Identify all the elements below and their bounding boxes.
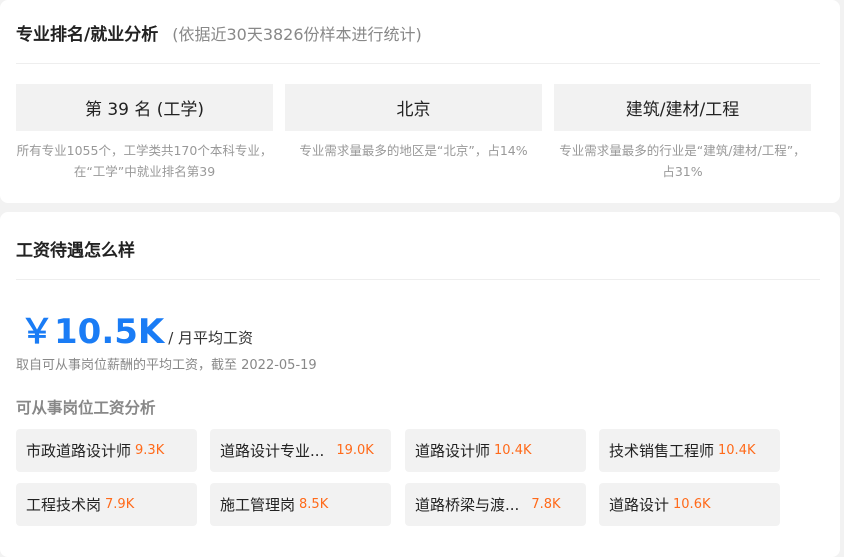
job-chip[interactable]: 技术销售工程师 10.4K (599, 429, 780, 472)
job-name: 道路桥梁与渡... (415, 496, 520, 514)
region-stat-box: 北京 (285, 84, 542, 131)
salary-note: 取自可从事岗位薪酬的平均工资，截至 2022-05-19 (16, 358, 317, 373)
region-stat-desc: 专业需求量最多的地区是“北京”，占14% (299, 143, 528, 158)
job-salary: 19.0K (336, 443, 374, 458)
job-salary: 10.4K (494, 443, 532, 458)
rank-stat-desc: 所有专业1055个，工学类共170个本科专业，在“工学”中就业排名第39 (16, 143, 273, 179)
job-chip[interactable]: 道路设计专业... 19.0K (210, 429, 391, 472)
salary-figure: ￥10.5K / 月平均工资 (20, 304, 253, 353)
job-chip[interactable]: 道路设计 10.6K (599, 483, 780, 526)
industry-stat-desc: 专业需求量最多的行业是“建筑/建材/工程”，占31% (559, 143, 806, 179)
job-salary: 10.6K (673, 497, 711, 512)
job-name: 工程技术岗 (26, 496, 102, 514)
ranking-card: 专业排名/就业分析 (依据近30天3826份样本进行统计) 第 39 名 (工学… (0, 0, 840, 203)
salary-unit: / 月平均工资 (168, 329, 254, 347)
job-salary: 8.5K (299, 497, 329, 512)
job-chip[interactable]: 工程技术岗 7.9K (16, 483, 197, 526)
job-name: 施工管理岗 (220, 496, 296, 514)
job-chip[interactable]: 市政道路设计师 9.3K (16, 429, 197, 472)
ranking-title: 专业排名/就业分析 (16, 25, 159, 45)
job-name: 道路设计 (609, 496, 670, 514)
job-salary: 7.8K (531, 497, 561, 512)
salary-divider (16, 279, 820, 280)
job-salary-section-title: 可从事岗位工资分析 (16, 399, 156, 417)
job-name: 道路设计师 (415, 442, 491, 460)
job-chip[interactable]: 道路设计师 10.4K (405, 429, 586, 472)
job-chip[interactable]: 道路桥梁与渡... 7.8K (405, 483, 586, 526)
salary-value: ￥10.5K (20, 312, 165, 352)
job-salary: 10.4K (718, 443, 756, 458)
ranking-header: 专业排名/就业分析 (依据近30天3826份样本进行统计) (16, 20, 422, 45)
job-salary: 9.3K (135, 443, 165, 458)
industry-stat-box: 建筑/建材/工程 (554, 84, 811, 131)
salary-title: 工资待遇怎么样 (16, 241, 135, 261)
job-name: 技术销售工程师 (609, 442, 715, 460)
rank-stat-box: 第 39 名 (工学) (16, 84, 273, 131)
salary-card: 工资待遇怎么样 ￥10.5K / 月平均工资 取自可从事岗位薪酬的平均工资，截至… (0, 212, 840, 557)
ranking-subtitle: (依据近30天3826份样本进行统计) (172, 25, 422, 44)
job-name: 市政道路设计师 (26, 442, 132, 460)
job-salary: 7.9K (105, 497, 135, 512)
ranking-divider (16, 63, 820, 64)
job-name: 道路设计专业... (220, 442, 325, 460)
job-chip[interactable]: 施工管理岗 8.5K (210, 483, 391, 526)
